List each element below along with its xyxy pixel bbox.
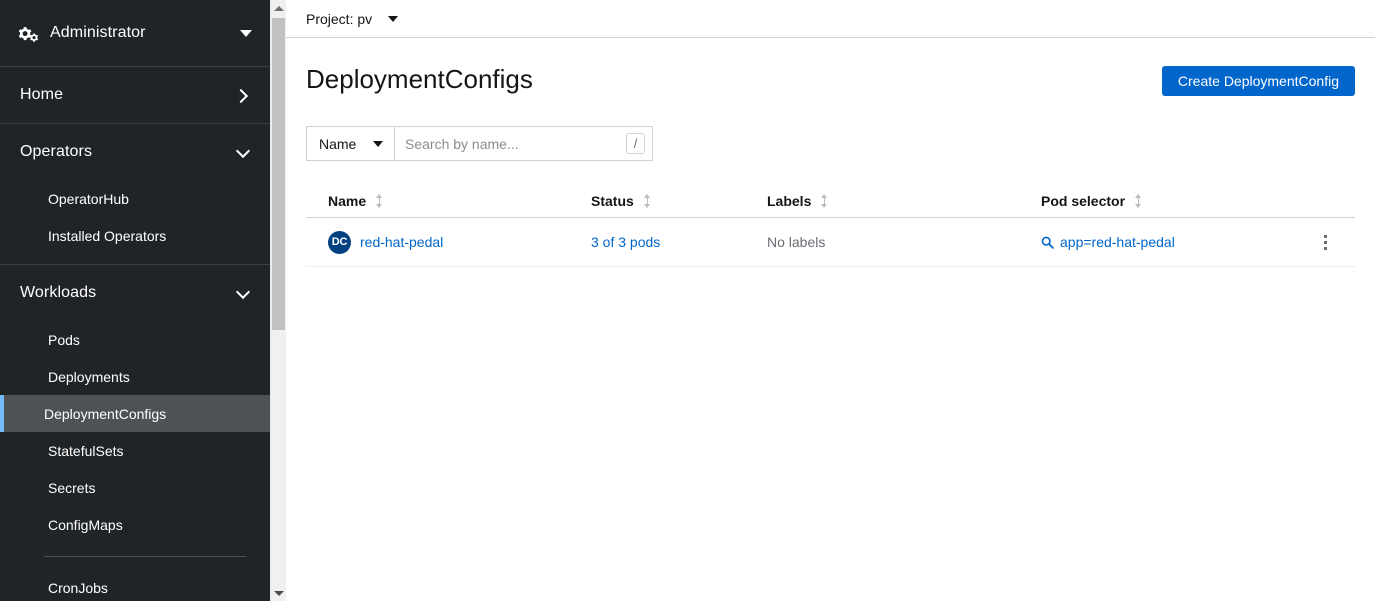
sidebar-nav: Administrator Home Operators OperatorHub… — [0, 0, 270, 601]
sort-icon — [1134, 193, 1143, 208]
project-selector[interactable]: Project: pv — [306, 10, 399, 27]
nav-items-workloads: Pods Deployments DeploymentConfigs State… — [0, 321, 270, 601]
chevron-down-icon — [237, 146, 250, 159]
cell-pod-selector: app=red-hat-pedal — [1041, 234, 1305, 250]
column-header-status[interactable]: Status — [591, 193, 767, 209]
project-selector-label: Project: pv — [306, 10, 373, 27]
sidebar-divider — [44, 556, 246, 557]
search-box: / — [395, 126, 653, 161]
triangle-up-glyph — [273, 5, 284, 11]
column-header-label: Status — [591, 192, 634, 209]
sidebar: Administrator Home Operators OperatorHub… — [0, 0, 286, 601]
triangle-down-glyph — [273, 590, 284, 596]
console-root: Administrator Home Operators OperatorHub… — [0, 0, 1375, 601]
deploymentconfig-name-link[interactable]: red-hat-pedal — [360, 234, 443, 250]
sidebar-item-label: ConfigMaps — [48, 516, 123, 533]
column-header-pod-selector[interactable]: Pod selector — [1041, 193, 1305, 209]
sidebar-item-deploymentconfigs[interactable]: DeploymentConfigs — [0, 395, 270, 432]
sidebar-item-label: CronJobs — [48, 579, 108, 596]
sort-icon — [375, 193, 384, 208]
pod-status-link[interactable]: 3 of 3 pods — [591, 234, 660, 250]
pod-selector-link[interactable]: app=red-hat-pedal — [1060, 234, 1175, 250]
project-bar: Project: pv — [286, 0, 1375, 38]
cell-name: DC red-hat-pedal — [328, 230, 591, 254]
sidebar-scrollbar[interactable] — [270, 0, 286, 601]
sidebar-item-pods[interactable]: Pods — [0, 321, 270, 358]
search-shortcut-badge: / — [626, 133, 645, 154]
nav-section-title-operators: Operators — [20, 143, 93, 160]
page-title: DeploymentConfigs — [306, 64, 533, 94]
filter-group: Name / — [306, 126, 653, 161]
sidebar-item-installed-operators[interactable]: Installed Operators — [0, 217, 270, 254]
create-deploymentconfig-button[interactable]: Create DeploymentConfig — [1161, 66, 1355, 96]
filter-type-dropdown[interactable]: Name — [306, 126, 395, 161]
nav-section-home: Home — [0, 67, 270, 124]
kebab-menu-icon[interactable] — [1312, 227, 1338, 257]
sidebar-item-cronjobs[interactable]: CronJobs — [0, 569, 270, 601]
filter-type-label: Name — [319, 135, 357, 152]
column-header-label: Name — [328, 192, 367, 209]
nav-section-title-workloads: Workloads — [20, 284, 97, 301]
cell-status: 3 of 3 pods — [591, 234, 767, 250]
sidebar-item-operatorhub[interactable]: OperatorHub — [0, 180, 270, 217]
column-header-name[interactable]: Name — [328, 193, 591, 209]
nav-section-header-workloads[interactable]: Workloads — [0, 265, 270, 321]
sidebar-item-label: DeploymentConfigs — [44, 405, 167, 422]
sidebar-item-deployments[interactable]: Deployments — [0, 358, 270, 395]
table-header-row: Name Status Labels Pod selector — [306, 184, 1355, 218]
sidebar-item-configmaps[interactable]: ConfigMaps — [0, 506, 270, 543]
nav-items-operators: OperatorHub Installed Operators — [0, 180, 270, 264]
column-header-labels[interactable]: Labels — [767, 193, 1041, 209]
sidebar-item-label: Deployments — [48, 368, 130, 385]
nav-section-workloads: Workloads Pods Deployments DeploymentCon… — [0, 265, 270, 601]
deploymentconfigs-table: Name Status Labels Pod selector DC red-h… — [306, 184, 1355, 267]
scroll-down-arrow-icon[interactable] — [271, 585, 286, 601]
scroll-up-arrow-icon[interactable] — [271, 0, 286, 16]
sidebar-item-secrets[interactable]: Secrets — [0, 469, 270, 506]
page-header: DeploymentConfigs Create DeploymentConfi… — [306, 38, 1355, 96]
cell-actions — [1305, 227, 1345, 257]
search-icon — [1041, 236, 1054, 249]
caret-down-icon — [240, 29, 252, 37]
chevron-right-icon — [237, 89, 250, 102]
cogs-icon — [18, 24, 38, 42]
perspective-switcher[interactable]: Administrator — [0, 0, 270, 67]
sidebar-item-statefulsets[interactable]: StatefulSets — [0, 432, 270, 469]
nav-section-header-operators[interactable]: Operators — [0, 124, 270, 180]
sort-icon — [643, 193, 652, 208]
chevron-down-icon — [237, 287, 250, 300]
column-header-label: Pod selector — [1041, 192, 1126, 209]
sidebar-item-label: Pods — [48, 331, 80, 348]
sidebar-item-label: OperatorHub — [48, 190, 129, 207]
perspective-label: Administrator — [50, 24, 146, 41]
caret-down-icon — [373, 140, 383, 147]
caret-down-icon — [388, 15, 399, 22]
cell-labels: No labels — [767, 234, 1041, 250]
labels-value: No labels — [767, 234, 826, 250]
filter-toolbar: Name / — [306, 126, 1355, 161]
main-content: Project: pv DeploymentConfigs Create Dep… — [286, 0, 1375, 601]
column-header-label: Labels — [767, 192, 812, 209]
scrollbar-thumb[interactable] — [272, 18, 285, 330]
nav-section-operators: Operators OperatorHub Installed Operator… — [0, 124, 270, 265]
nav-section-header-home[interactable]: Home — [0, 67, 270, 123]
sidebar-item-label: StatefulSets — [48, 442, 124, 459]
sidebar-item-label: Secrets — [48, 479, 96, 496]
table-row: DC red-hat-pedal 3 of 3 pods No labels a… — [306, 218, 1355, 267]
sidebar-item-label: Installed Operators — [48, 227, 167, 244]
nav-section-title-home: Home — [20, 86, 64, 103]
sort-icon — [820, 193, 829, 208]
search-input[interactable] — [405, 127, 626, 160]
deploymentconfig-badge: DC — [328, 230, 351, 254]
page-content: DeploymentConfigs Create DeploymentConfi… — [286, 38, 1375, 267]
